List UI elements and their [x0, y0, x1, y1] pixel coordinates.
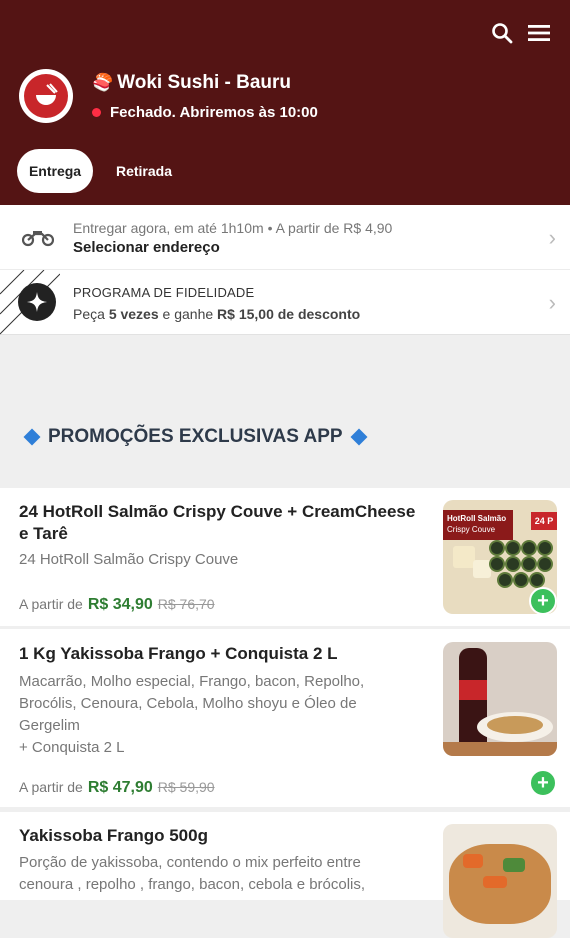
product-image[interactable]: [443, 642, 557, 756]
tab-entrega[interactable]: Entrega: [17, 149, 93, 193]
image-label-1: HotRoll Salmão: [447, 514, 507, 523]
product-price: A partir de R$ 47,90 R$ 59,90: [19, 779, 215, 797]
sushi-icon: 🍣: [92, 73, 114, 92]
chevron-right-icon: ›: [548, 225, 556, 250]
order-info-card: Entregar agora, em até 1h10m • A partir …: [0, 205, 570, 335]
section-title: PROMOÇÕES EXCLUSIVAS APP: [22, 426, 369, 448]
store-header: 🍣 Woki Sushi - Bauru Fechado. Abriremos …: [0, 0, 570, 205]
sparkle-icon: [18, 283, 56, 321]
loyalty-program-row[interactable]: PROGRAMA DE FIDELIDADE Peça 5 vezes e ga…: [0, 270, 570, 335]
image-label-2: Crispy Couve: [447, 525, 496, 534]
loyalty-count: 5 vezes: [108, 306, 159, 322]
price-prefix: A partir de: [19, 779, 83, 795]
product-description: Macarrão, Molho especial, Frango, bacon,…: [19, 673, 365, 734]
product-description-extra: + Conquista 2 L: [19, 739, 125, 756]
delivery-time-text: Entregar agora, em até 1h10m: [73, 220, 264, 236]
product-name: Yakissoba Frango 500g: [19, 826, 208, 845]
section-title-text: PROMOÇÕES EXCLUSIVAS APP: [48, 426, 343, 447]
store-logo: [19, 69, 73, 123]
product-image[interactable]: [443, 824, 557, 938]
status-dot-icon: [92, 108, 101, 117]
select-address-label: Selecionar endereço: [73, 239, 220, 256]
loyalty-title: PROGRAMA DE FIDELIDADE: [73, 285, 255, 300]
delivery-fee-text: A partir de R$ 4,90: [275, 220, 393, 236]
add-to-cart-button[interactable]: +: [529, 769, 557, 797]
status-text: Fechado. Abriremos às 10:00: [110, 104, 318, 121]
tab-retirada[interactable]: Retirada: [100, 149, 188, 193]
loyalty-desc-pre: Peça: [73, 306, 109, 322]
store-status: Fechado. Abriremos às 10:00: [92, 104, 318, 121]
old-price: R$ 76,70: [157, 596, 215, 612]
add-to-cart-button[interactable]: +: [529, 587, 557, 615]
old-price: R$ 59,90: [157, 779, 215, 795]
image-label: HotRoll Salmão Crispy Couve: [443, 510, 513, 540]
product-price: A partir de R$ 34,90 R$ 76,70: [19, 596, 215, 614]
diamond-icon: [23, 428, 41, 446]
product-description: 24 HotRoll Salmão Crispy Couve: [19, 551, 239, 568]
current-price: R$ 47,90: [87, 779, 153, 796]
store-name: 🍣 Woki Sushi - Bauru: [92, 72, 291, 94]
image-badge: 24 P: [531, 512, 557, 530]
diamond-icon: [350, 428, 368, 446]
loyalty-desc-mid: e ganhe: [158, 306, 218, 322]
search-icon[interactable]: [487, 18, 517, 48]
chevron-right-icon: ›: [548, 290, 556, 315]
separator: •: [267, 220, 273, 236]
product-card[interactable]: 24 HotRoll Salmão Crispy Couve + CreamCh…: [0, 488, 570, 626]
product-name: 24 HotRoll Salmão Crispy Couve + CreamCh…: [19, 502, 416, 543]
loyalty-description: Peça 5 vezes e ganhe R$ 15,00 de descont…: [73, 306, 360, 322]
motorcycle-icon: [21, 227, 55, 252]
store-name-text: Woki Sushi - Bauru: [117, 72, 292, 93]
product-name: 1 Kg Yakissoba Frango + Conquista 2 L: [19, 644, 338, 663]
menu-icon[interactable]: [524, 18, 554, 48]
product-card[interactable]: 1 Kg Yakissoba Frango + Conquista 2 L Ma…: [0, 629, 570, 807]
price-prefix: A partir de: [19, 596, 83, 612]
product-card[interactable]: Yakissoba Frango 500g Porção de yakissob…: [0, 812, 570, 938]
current-price: R$ 34,90: [87, 596, 153, 613]
product-description: Porção de yakissoba, contendo o mix perf…: [19, 854, 366, 893]
loyalty-reward: R$ 15,00 de desconto: [217, 306, 361, 322]
delivery-address-row[interactable]: Entregar agora, em até 1h10m • A partir …: [0, 205, 570, 270]
